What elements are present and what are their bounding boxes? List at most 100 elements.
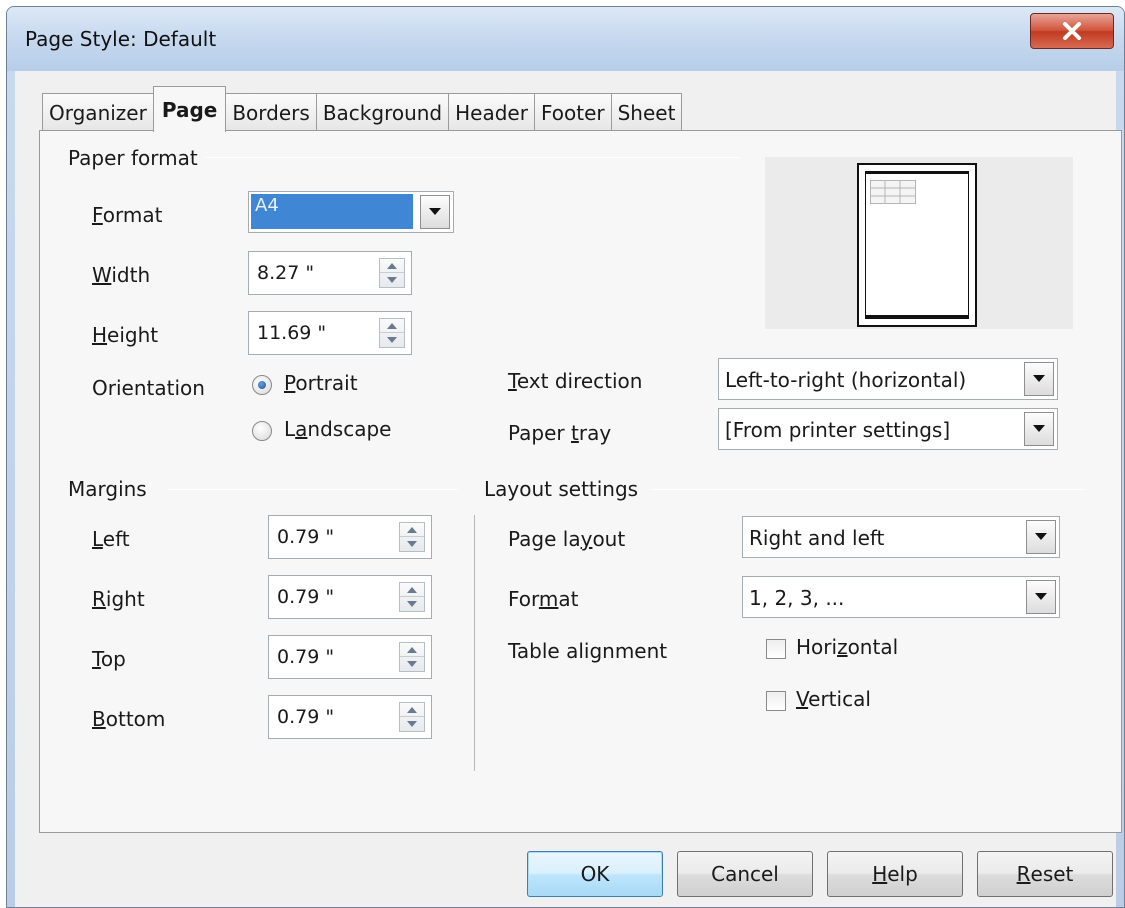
right-margin-value: 0.79 " [277,586,335,608]
spin-down-icon[interactable] [380,273,404,287]
page-preview [765,157,1073,329]
tab-organizer[interactable]: Organizer [42,93,154,131]
page-preview-sheet [857,163,977,327]
portrait-label[interactable]: Portrait [284,371,358,395]
width-value: 8.27 " [257,262,315,284]
help-button[interactable]: Help [827,851,963,897]
width-spin-buttons[interactable] [379,258,405,288]
dialog-body: Organizer Page Borders Background Header… [15,71,1122,907]
close-button[interactable] [1030,13,1114,49]
spin-up-icon[interactable] [400,703,424,717]
margins-group-label: Margins [68,477,155,501]
landscape-label[interactable]: Landscape [284,417,391,441]
horizontal-label[interactable]: Horizontal [796,635,898,659]
ok-button[interactable]: OK [527,851,663,897]
numbering-format-dropdown-button[interactable] [1026,580,1056,614]
format-label: Format [92,203,163,227]
spin-down-icon[interactable] [400,717,424,731]
spin-up-icon[interactable] [400,523,424,537]
width-label: Width [92,263,151,287]
paper-format-group-label: Paper format [68,146,206,170]
spin-down-icon[interactable] [380,333,404,347]
orientation-label: Orientation [92,376,205,400]
table-alignment-label: Table alignment [508,639,668,663]
chevron-down-icon [1035,593,1047,600]
tab-page[interactable]: Page [152,86,227,132]
paper-tray-dropdown[interactable]: [From printer settings] [718,408,1058,450]
paper-tray-label: Paper tray [508,421,612,445]
cancel-button[interactable]: Cancel [677,851,813,897]
bottom-margin-label: Bottom [92,707,166,731]
left-margin-label: Left [92,527,130,551]
layout-settings-separator [650,489,1086,490]
height-label: Height [92,323,159,347]
vertical-label[interactable]: Vertical [796,687,871,711]
right-margin-spin-buttons[interactable] [399,582,425,612]
spin-up-icon[interactable] [400,643,424,657]
bottom-margin-spin-buttons[interactable] [399,702,425,732]
numbering-format-dropdown[interactable]: 1, 2, 3, ... [742,576,1060,618]
left-margin-spinbox[interactable]: 0.79 " [268,515,432,559]
paper-tray-value: [From printer settings] [725,418,951,442]
horizontal-checkbox[interactable] [766,639,786,659]
numbering-format-label: Format [508,587,579,611]
spin-down-icon[interactable] [400,657,424,671]
page-style-dialog: Page Style: Default Organizer Page Borde… [6,6,1125,908]
top-margin-value: 0.79 " [277,646,335,668]
title-bar: Page Style: Default [7,7,1124,71]
layout-settings-group-label: Layout settings [484,477,647,501]
text-direction-dropdown-button[interactable] [1024,362,1054,396]
numbering-format-value: 1, 2, 3, ... [749,586,845,610]
page-layout-value: Right and left [749,526,885,550]
chevron-down-icon [1033,375,1045,382]
height-spin-buttons[interactable] [379,318,405,348]
paper-tray-dropdown-button[interactable] [1024,412,1054,446]
tab-strip: Organizer Page Borders Background Header… [42,85,683,132]
tab-sheet[interactable]: Sheet [610,93,683,131]
top-margin-spinbox[interactable]: 0.79 " [268,635,432,679]
spin-up-icon[interactable] [400,583,424,597]
right-margin-label: Right [92,587,145,611]
text-direction-value: Left-to-right (horizontal) [725,368,967,392]
chevron-down-icon [1035,533,1047,540]
spin-up-icon[interactable] [380,259,404,273]
bottom-margin-value: 0.79 " [277,706,335,728]
tab-panel-page: Paper format Format A4 Width 8.27 " Heig… [39,130,1122,833]
vertical-checkbox[interactable] [766,691,786,711]
text-direction-label: Text direction [508,369,643,393]
group-divider [474,515,475,771]
height-spinbox[interactable]: 11.69 " [248,311,412,355]
spin-down-icon[interactable] [400,537,424,551]
page-layout-dropdown-button[interactable] [1026,520,1056,554]
tab-footer[interactable]: Footer [533,93,612,131]
tab-borders[interactable]: Borders [225,93,317,131]
paper-format-dropdown[interactable]: A4 [248,191,454,233]
chevron-down-icon [429,208,441,215]
chevron-down-icon [1033,425,1045,432]
page-layout-dropdown[interactable]: Right and left [742,516,1060,558]
width-spinbox[interactable]: 8.27 " [248,251,412,295]
spin-up-icon[interactable] [380,319,404,333]
paper-format-dropdown-button[interactable] [420,195,450,229]
text-direction-dropdown[interactable]: Left-to-right (horizontal) [718,358,1058,400]
bottom-margin-spinbox[interactable]: 0.79 " [268,695,432,739]
tab-header[interactable]: Header [448,93,535,131]
landscape-radio[interactable] [252,421,272,441]
tab-background[interactable]: Background [315,93,450,131]
paper-format-separator [180,157,740,158]
portrait-radio[interactable] [252,375,272,395]
spin-down-icon[interactable] [400,597,424,611]
top-margin-spin-buttons[interactable] [399,642,425,672]
margins-separator [168,489,458,490]
window-title: Page Style: Default [25,27,217,51]
height-value: 11.69 " [257,322,327,344]
paper-format-value: A4 [251,194,413,229]
left-margin-spin-buttons[interactable] [399,522,425,552]
right-margin-spinbox[interactable]: 0.79 " [268,575,432,619]
page-layout-label: Page layout [508,527,626,551]
left-margin-value: 0.79 " [277,526,335,548]
top-margin-label: Top [92,647,126,671]
close-icon [1063,22,1081,40]
table-preview-icon [870,180,916,204]
reset-button[interactable]: Reset [977,851,1113,897]
